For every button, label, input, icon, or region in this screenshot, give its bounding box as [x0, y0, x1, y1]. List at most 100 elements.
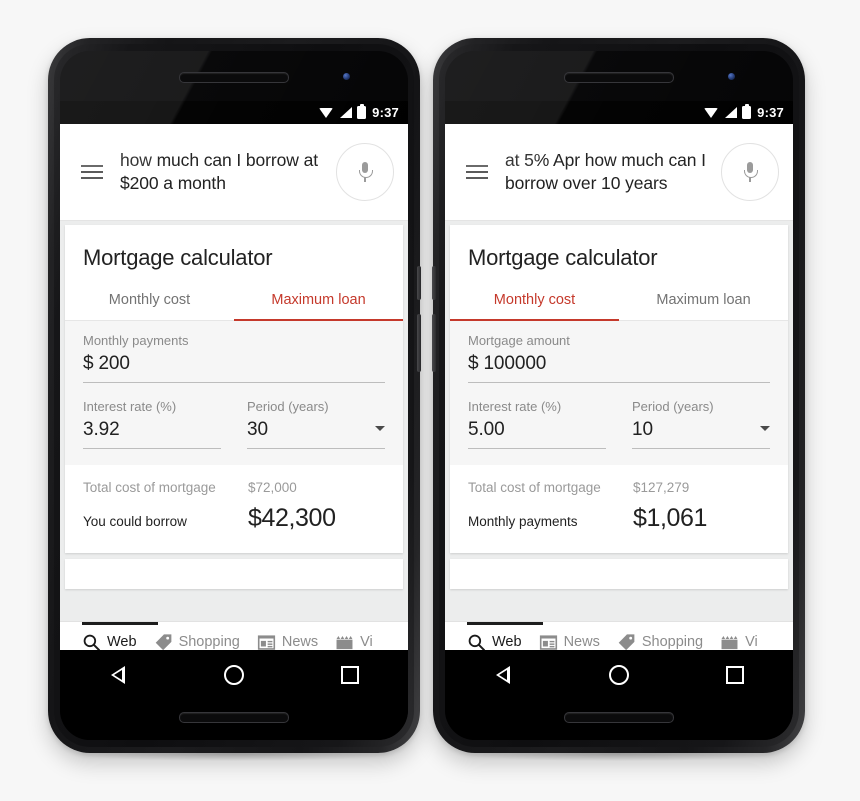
- interest-rate-field[interactable]: Interest rate (%) 5.00: [468, 399, 606, 449]
- total-cost-value: $127,279: [633, 480, 690, 495]
- bottom-tab-news-label: News: [281, 634, 319, 650]
- home-icon: [609, 665, 629, 685]
- android-nav-bar: [445, 650, 793, 740]
- power-button[interactable]: [417, 266, 421, 300]
- active-tab-indicator: [467, 622, 543, 625]
- primary-result-row: You could borrow $42,300: [83, 504, 385, 533]
- bottom-tab-videos-label: Vi: [745, 634, 758, 650]
- bottom-tab-shopping[interactable]: Shopping: [617, 633, 703, 652]
- primary-result-row: Monthly payments $1,061: [468, 504, 770, 533]
- results-scroll-area[interactable]: Mortgage calculator Monthly cost Maximum…: [445, 220, 793, 622]
- bottom-tab-videos-label: Vi: [360, 634, 373, 650]
- hamburger-icon[interactable]: [455, 165, 499, 179]
- search-header: how much can I borrow at $200 a month: [60, 124, 408, 221]
- interest-rate-field[interactable]: Interest rate (%) 3.92: [83, 399, 221, 449]
- earpiece-speaker-icon: [179, 72, 289, 83]
- android-nav-bar: [60, 650, 408, 740]
- interest-rate-value[interactable]: 5.00: [468, 419, 606, 449]
- primary-result-label: Monthly payments: [468, 514, 578, 529]
- total-cost-row: Total cost of mortgage $72,000: [83, 480, 385, 495]
- voice-search-button[interactable]: [721, 143, 779, 201]
- next-result-card-peek[interactable]: [65, 559, 403, 589]
- calculator-tabs: Monthly cost Maximum loan: [65, 283, 403, 321]
- period-field[interactable]: Period (years) 10: [632, 399, 770, 449]
- microphone-icon: [744, 162, 758, 182]
- device-glass: 9:37 how much can I borrow at $200 a mon…: [60, 51, 408, 740]
- home-icon: [224, 665, 244, 685]
- bottom-tab-videos[interactable]: Vi: [335, 633, 373, 652]
- bottom-tab-news[interactable]: News: [257, 633, 318, 652]
- device-glass: 9:37 at 5% Apr how much can I borrow ove…: [445, 51, 793, 740]
- volume-button[interactable]: [417, 314, 421, 372]
- volume-button[interactable]: [432, 314, 436, 372]
- currency-symbol: $: [83, 353, 94, 374]
- back-button[interactable]: [483, 662, 523, 688]
- period-select[interactable]: 10: [632, 419, 770, 449]
- amount-field-value[interactable]: $100000: [468, 353, 770, 383]
- calculator-inputs: Mortgage amount $100000 Interest rate (%…: [450, 321, 788, 465]
- tab-monthly-cost[interactable]: Monthly cost: [450, 283, 619, 321]
- tag-icon: [617, 633, 636, 652]
- primary-result-value: $42,300: [248, 504, 336, 532]
- amount-field-label: Monthly payments: [83, 333, 189, 348]
- back-icon: [111, 666, 125, 684]
- amount-field[interactable]: Monthly payments $200: [83, 333, 385, 383]
- bottom-tab-web-label: Web: [107, 634, 137, 650]
- mortgage-calculator-card: Mortgage calculator Monthly cost Maximum…: [450, 225, 788, 553]
- amount-field-value[interactable]: $200: [83, 353, 385, 383]
- rate-period-row: Interest rate (%) 5.00 Period (years) 10: [468, 399, 770, 449]
- recents-button[interactable]: [330, 662, 370, 688]
- recents-button[interactable]: [715, 662, 755, 688]
- newspaper-icon: [257, 633, 276, 652]
- period-field[interactable]: Period (years) 30: [247, 399, 385, 449]
- total-cost-row: Total cost of mortgage $127,279: [468, 480, 770, 495]
- tab-monthly-cost[interactable]: Monthly cost: [65, 283, 234, 320]
- home-button[interactable]: [599, 662, 639, 688]
- interest-rate-value[interactable]: 3.92: [83, 419, 221, 449]
- active-tab-indicator: [82, 622, 158, 625]
- status-bar-clock: 9:37: [372, 105, 399, 120]
- front-camera-icon: [343, 73, 350, 80]
- bottom-tab-videos[interactable]: Vi: [720, 633, 758, 652]
- bottom-tab-news[interactable]: News: [539, 633, 600, 652]
- battery-icon: [357, 106, 367, 119]
- calculator-inputs: Monthly payments $200 Interest rate (%) …: [65, 321, 403, 465]
- search-query-text[interactable]: at 5% Apr how much can I borrow over 10 …: [499, 149, 721, 195]
- search-header: at 5% Apr how much can I borrow over 10 …: [445, 124, 793, 221]
- bottom-tab-web[interactable]: Web: [82, 633, 137, 652]
- back-button[interactable]: [98, 662, 138, 688]
- recents-icon: [341, 666, 359, 684]
- phone-device-left: 9:37 how much can I borrow at $200 a mon…: [48, 38, 421, 761]
- phone-screen-left: 9:37 how much can I borrow at $200 a mon…: [60, 101, 408, 662]
- chevron-down-icon: [375, 426, 385, 431]
- bottom-speaker-icon: [564, 712, 674, 723]
- amount-field[interactable]: Mortgage amount $100000: [468, 333, 770, 383]
- home-button[interactable]: [214, 662, 254, 688]
- next-result-card-peek[interactable]: [450, 559, 788, 589]
- total-cost-value: $72,000: [248, 480, 297, 495]
- signal-icon: [724, 107, 738, 118]
- period-select[interactable]: 30: [247, 419, 385, 449]
- tab-maximum-loan[interactable]: Maximum loan: [619, 283, 788, 320]
- period-value: 30: [247, 419, 268, 440]
- amount-field-number: 100000: [483, 353, 547, 374]
- voice-search-button[interactable]: [336, 143, 394, 201]
- hamburger-icon[interactable]: [70, 165, 114, 179]
- tab-maximum-loan[interactable]: Maximum loan: [234, 283, 403, 321]
- microphone-icon: [359, 162, 373, 182]
- bottom-tab-shopping-label: Shopping: [178, 634, 240, 650]
- video-clapper-icon: [335, 633, 354, 652]
- calculator-results: Total cost of mortgage $127,279 Monthly …: [450, 465, 788, 553]
- earpiece-speaker-icon: [564, 72, 674, 83]
- video-clapper-icon: [720, 633, 739, 652]
- total-cost-label: Total cost of mortgage: [83, 480, 216, 495]
- search-query-text[interactable]: how much can I borrow at $200 a month: [114, 149, 336, 195]
- status-bar: 9:37: [445, 101, 793, 124]
- power-button[interactable]: [432, 266, 436, 300]
- primary-result-label: You could borrow: [83, 514, 187, 529]
- interest-rate-label: Interest rate (%): [468, 399, 562, 414]
- bottom-tab-shopping[interactable]: Shopping: [154, 633, 240, 652]
- results-scroll-area[interactable]: Mortgage calculator Monthly cost Maximum…: [60, 220, 408, 622]
- bottom-tab-web[interactable]: Web: [467, 633, 522, 652]
- battery-icon: [742, 106, 752, 119]
